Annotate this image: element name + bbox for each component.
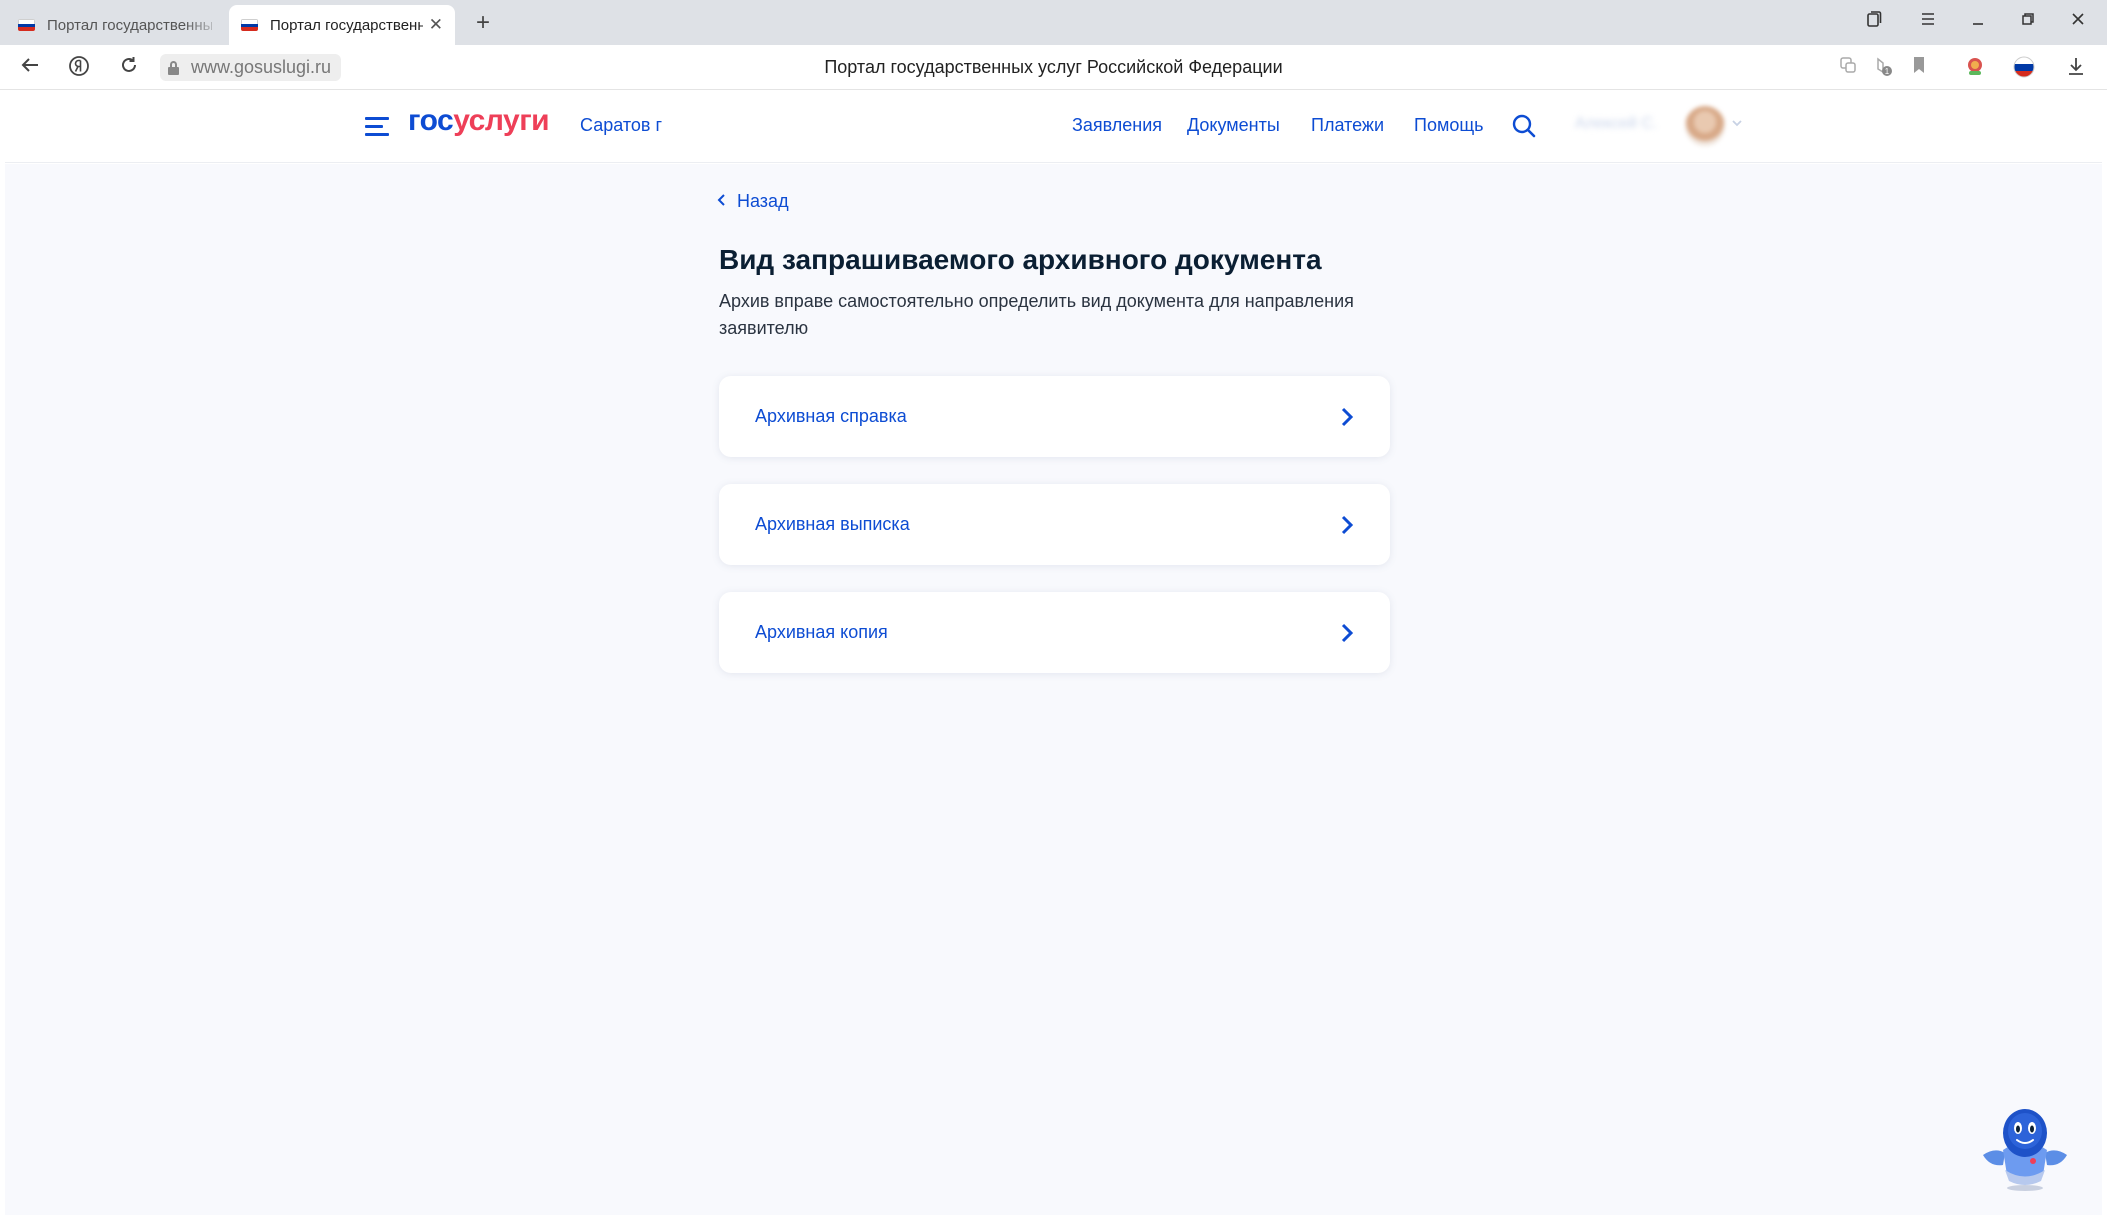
- browser-tab-strip: Портал государственных Портал государств…: [0, 0, 2107, 45]
- avatar[interactable]: [1685, 106, 1725, 146]
- browser-tab-active[interactable]: Портал государственны ✕: [229, 5, 455, 45]
- user-name[interactable]: Алексей С.: [1575, 115, 1665, 135]
- region-selector[interactable]: Саратов г: [580, 115, 662, 136]
- main-content: Назад Вид запрашиваемого архивного докум…: [5, 164, 2102, 1215]
- flag-ru-icon[interactable]: [2012, 55, 2036, 81]
- option-archival-copy[interactable]: Архивная копия: [719, 592, 1390, 673]
- option-label: Архивная копия: [755, 622, 888, 642]
- svg-text:1: 1: [1885, 67, 1890, 76]
- minimize-icon[interactable]: [1963, 10, 1993, 31]
- logo-uslugi: услуги: [453, 104, 550, 137]
- nav-payments[interactable]: Платежи: [1311, 115, 1384, 136]
- chevron-right-icon: [1340, 622, 1354, 644]
- browser-tab-inactive[interactable]: Портал государственных: [6, 5, 224, 45]
- option-archival-certificate[interactable]: Архивная справка: [719, 376, 1390, 457]
- burger-icon[interactable]: [365, 116, 389, 136]
- menu-icon[interactable]: [1913, 10, 1943, 31]
- new-tab-button[interactable]: +: [470, 11, 496, 37]
- chevron-down-icon[interactable]: [1731, 115, 1743, 131]
- page-description: Архив вправе самостоятельно определить в…: [719, 291, 1354, 338]
- page-title: Вид запрашиваемого архивного документа: [719, 244, 1322, 275]
- back-link[interactable]: Назад: [717, 191, 789, 212]
- robot-assistant-icon[interactable]: [1975, 1095, 2075, 1195]
- close-icon[interactable]: ✕: [429, 15, 443, 35]
- protect-icon[interactable]: 1: [1872, 55, 1896, 81]
- back-label: Назад: [737, 191, 789, 211]
- tab-title: Портал государственны: [270, 16, 423, 34]
- logo-gos: гос: [408, 104, 454, 137]
- gosuslugi-logo[interactable]: госуслуги: [408, 104, 550, 138]
- flag-ru-icon: [241, 19, 258, 31]
- tabs-list-icon[interactable]: [1859, 10, 1889, 33]
- nav-help[interactable]: Помощь: [1414, 115, 1484, 136]
- option-label: Архивная справка: [755, 406, 907, 426]
- flag-ru-icon: [18, 19, 35, 31]
- window-title: Портал государственных услуг Российской …: [824, 57, 1283, 77]
- extension-icon[interactable]: [1963, 55, 1987, 81]
- download-icon[interactable]: [2066, 55, 2086, 81]
- restore-icon[interactable]: [2013, 10, 2043, 31]
- option-label: Архивная выписка: [755, 514, 910, 534]
- chevron-right-icon: [1340, 406, 1354, 428]
- address-bar: www.gosuslugi.ru Портал государственных …: [0, 45, 2107, 90]
- nav-applications[interactable]: Заявления: [1072, 115, 1162, 136]
- search-icon[interactable]: [1511, 113, 1537, 139]
- translate-icon[interactable]: [1838, 55, 1858, 81]
- close-window-icon[interactable]: [2063, 10, 2093, 31]
- nav-documents[interactable]: Документы: [1187, 115, 1280, 136]
- bookmark-icon[interactable]: [1910, 55, 1928, 81]
- site-header: госуслуги Саратов г Заявления Документы …: [5, 91, 2102, 163]
- chevron-right-icon: [1340, 514, 1354, 536]
- chevron-left-icon: [717, 191, 727, 212]
- option-archival-extract[interactable]: Архивная выписка: [719, 484, 1390, 565]
